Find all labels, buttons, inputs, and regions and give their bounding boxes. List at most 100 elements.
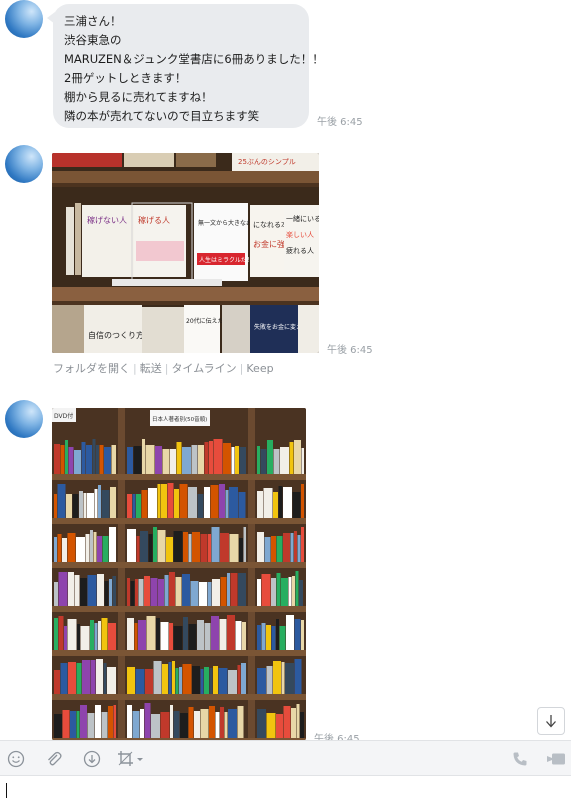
book-spine xyxy=(153,661,162,694)
book-spine xyxy=(224,712,228,738)
book-title: 稼げる人 xyxy=(138,215,170,225)
book-spine xyxy=(57,484,66,518)
book-spine xyxy=(204,487,210,518)
book-spine xyxy=(271,536,276,562)
book-spine xyxy=(68,662,76,694)
book-spine xyxy=(102,536,109,562)
avatar[interactable] xyxy=(5,145,43,183)
book-spine xyxy=(64,626,67,650)
book-spine xyxy=(95,705,101,738)
book-spine xyxy=(273,449,280,474)
book-spine xyxy=(281,662,285,694)
book-spine xyxy=(213,666,218,694)
avatar[interactable] xyxy=(5,0,43,38)
book-spine xyxy=(109,579,112,606)
book-spine xyxy=(235,446,239,474)
book-spine xyxy=(300,712,304,738)
book-spine xyxy=(80,578,87,606)
book-spine xyxy=(104,581,109,606)
book-spine xyxy=(162,664,168,694)
scroll-down-button[interactable] xyxy=(537,707,565,735)
book-spine xyxy=(239,447,246,474)
book-spine xyxy=(197,620,204,650)
book-spine xyxy=(237,665,241,694)
book-spine xyxy=(266,625,271,650)
book-spine xyxy=(108,623,116,650)
book-spine xyxy=(301,620,304,650)
book-spine xyxy=(65,440,68,474)
video-icon[interactable] xyxy=(546,749,566,769)
book-spine xyxy=(80,626,90,650)
crop-icon[interactable] xyxy=(116,749,146,769)
arrow-down-icon xyxy=(546,715,556,728)
book-spine xyxy=(188,534,192,562)
message-input[interactable] xyxy=(0,776,571,805)
book-spine xyxy=(182,664,192,694)
book-spine xyxy=(54,714,62,738)
book-spine xyxy=(220,707,224,738)
book-spine xyxy=(96,659,103,694)
open-folder-link[interactable]: フォルダを開く xyxy=(53,362,130,375)
book-spine xyxy=(211,616,219,650)
book-spine xyxy=(146,616,156,650)
book-spine xyxy=(132,494,136,518)
book-spine xyxy=(157,530,166,562)
book-spine xyxy=(111,445,116,474)
shelf-board xyxy=(52,518,306,524)
paperclip-icon[interactable] xyxy=(44,749,64,769)
book-spine xyxy=(127,618,134,650)
book-spine xyxy=(170,705,173,738)
bookshelf-photo[interactable]: 25ぶんのシンプル 稼げない人 稼げる人 無一文から大きなお金を 人生はミラクル… xyxy=(52,153,319,353)
capture-icon[interactable] xyxy=(82,749,102,769)
book-spine xyxy=(257,446,260,474)
book-spine xyxy=(257,625,261,650)
book-spine xyxy=(276,619,279,650)
book-spine xyxy=(190,581,199,606)
book-spine xyxy=(192,532,200,562)
forward-link[interactable]: 転送 xyxy=(140,362,162,375)
book-spine xyxy=(160,712,170,738)
book-title: 稼げない人 xyxy=(87,215,127,225)
book-spine xyxy=(294,440,301,474)
book-spine xyxy=(90,660,96,694)
book-spine xyxy=(286,615,294,650)
message-bubble[interactable]: 三浦さん！ 渋谷東急の MARUZEN＆ジュンク堂書店に6冊ありました！！ 2冊… xyxy=(47,4,324,128)
book-spine xyxy=(188,487,197,518)
book-spine xyxy=(219,619,227,650)
book-spine xyxy=(188,624,197,650)
shelf-board xyxy=(52,650,306,656)
book-spine xyxy=(209,706,215,738)
book-spine xyxy=(227,615,235,650)
book-spine xyxy=(54,494,57,518)
book-spine xyxy=(241,663,246,694)
book-spine xyxy=(172,661,175,694)
book-spine xyxy=(67,619,77,650)
book-spine xyxy=(231,447,235,474)
book-spine xyxy=(218,668,228,694)
book-spine xyxy=(266,666,273,694)
bookshelf-photo-image: 25ぶんのシンプル 稼げない人 稼げる人 無一文から大きなお金を 人生はミラクル… xyxy=(52,153,319,353)
book-spine xyxy=(294,619,301,650)
smiley-icon[interactable] xyxy=(6,749,26,769)
book-spine xyxy=(183,532,188,562)
book-spine xyxy=(174,489,179,518)
book-spine xyxy=(90,530,93,562)
book-spine xyxy=(238,492,246,518)
phone-icon[interactable] xyxy=(510,749,530,769)
avatar[interactable] xyxy=(5,400,43,438)
book-spine xyxy=(127,494,132,518)
timeline-link[interactable]: タイムライン xyxy=(171,362,236,375)
book-spine xyxy=(167,483,174,518)
book-spine xyxy=(138,620,146,650)
book-spine xyxy=(87,713,95,738)
book-spine xyxy=(136,494,141,518)
book-spine xyxy=(148,534,153,562)
keep-link[interactable]: Keep xyxy=(246,362,273,375)
message-time: 午後 6:45 xyxy=(317,117,363,128)
book-spine xyxy=(162,449,170,474)
shelf-board xyxy=(52,606,306,612)
book-spine xyxy=(62,710,70,738)
book-spine xyxy=(220,533,229,562)
book-spine xyxy=(294,531,297,562)
bookstore-photo[interactable]: DVD付 日本人著者別(50音順) xyxy=(52,408,306,740)
